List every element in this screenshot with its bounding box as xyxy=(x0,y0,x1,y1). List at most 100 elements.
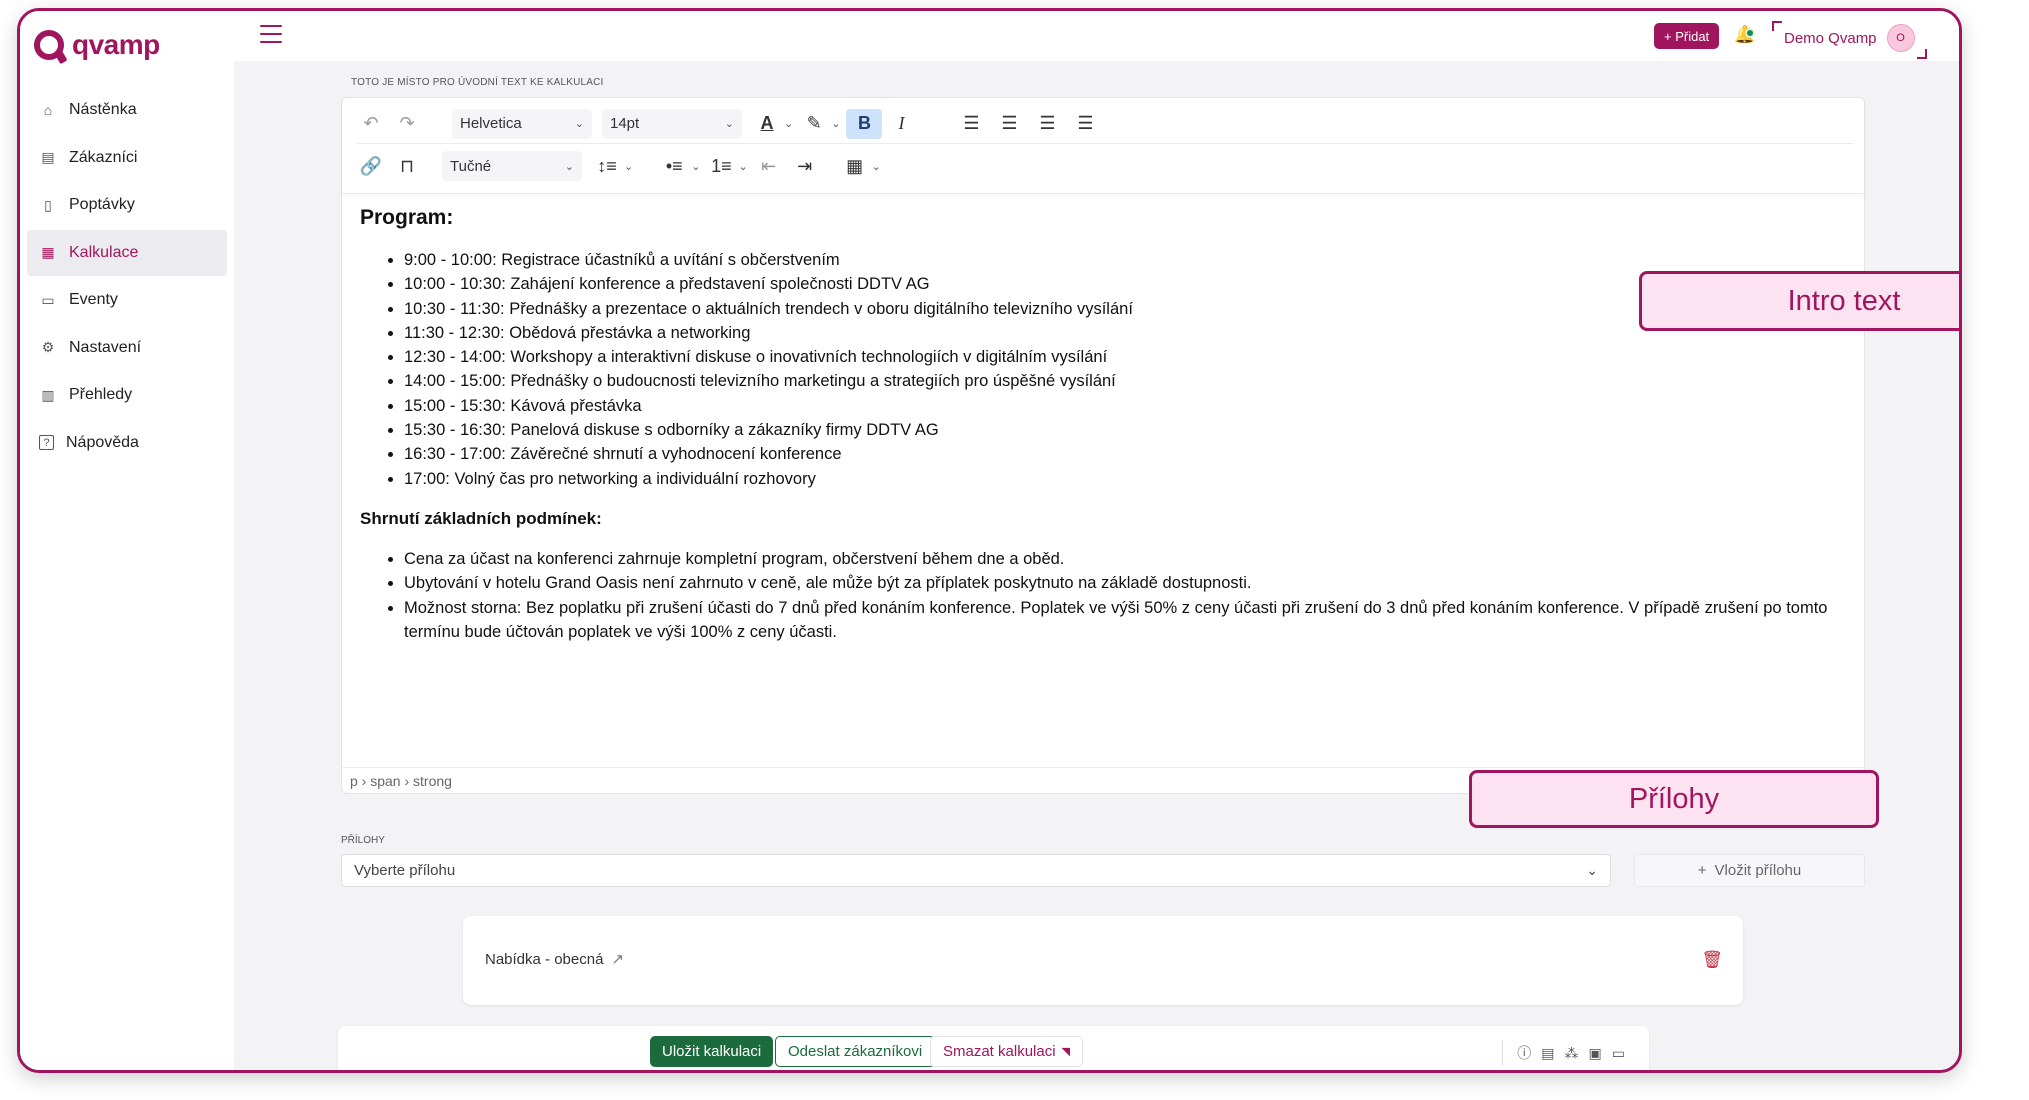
insert-attachment-button[interactable]: + Vložit přílohu xyxy=(1634,854,1865,887)
sidebar-item-label: Kalkulace xyxy=(69,243,139,261)
chevron-down-icon: ⌄ xyxy=(724,118,734,130)
chevron-down-icon[interactable]: ⌄ xyxy=(691,160,700,173)
avatar: O xyxy=(1886,24,1915,52)
corner-mark xyxy=(1916,49,1927,59)
delete-calculation-button[interactable]: Smazat kalkulaci ◥ xyxy=(930,1036,1084,1067)
highlight-color-icon[interactable]: ✎ xyxy=(799,109,829,139)
logo-mark-icon xyxy=(34,30,64,60)
sidebar-item-zakaznici[interactable]: ▤ Zákazníci xyxy=(27,135,227,181)
settings-icon: ⚙ xyxy=(41,339,55,355)
chevron-down-icon: ⌄ xyxy=(1586,862,1598,878)
sidebar-item-label: Poptávky xyxy=(69,196,135,213)
conditions-list: Cena za účast na konferenci zahrnuje kom… xyxy=(404,547,1846,644)
comment-icon[interactable]: ▭ xyxy=(1612,1045,1625,1062)
list-item: Ubytování v hotelu Grand Oasis není zahr… xyxy=(404,571,1846,595)
toolbar-row-2: 🔗 ⊓ Tučné ⌄ ↕≡ ⌄ •≡ ⌄ 1≡ ⌄ ⇤ ⇥ ▦ ⌄ xyxy=(356,146,1854,186)
send-to-customer-button[interactable]: Odeslat zákazníkovi xyxy=(775,1036,936,1067)
table-icon[interactable]: ▦ xyxy=(840,151,870,181)
chevron-down-icon: ⌄ xyxy=(574,118,584,130)
list-item: 10:00 - 10:30: Zahájení konference a pře… xyxy=(404,272,1846,296)
chevron-down-icon[interactable]: ⌄ xyxy=(624,160,633,173)
bold-button[interactable]: B xyxy=(846,108,883,139)
outdent-icon[interactable]: ⇤ xyxy=(754,151,784,181)
block-format-value: Tučné xyxy=(450,157,492,175)
chevron-down-icon[interactable]: ⌄ xyxy=(831,117,840,130)
group-icon[interactable]: ⁂ xyxy=(1565,1045,1579,1062)
menu-toggle-icon[interactable] xyxy=(260,25,282,43)
italic-button[interactable]: I xyxy=(886,109,916,139)
user-menu[interactable]: Demo Qvamp O xyxy=(1772,19,1927,59)
sidebar-item-label: Eventy xyxy=(69,291,118,308)
list-item: 17:00: Volný čas pro networking a indivi… xyxy=(404,467,1846,491)
page-break-icon[interactable]: ⊓ xyxy=(392,151,422,181)
font-size-select[interactable]: 14pt ⌄ xyxy=(602,108,742,139)
main-area: + Přidat 🔔 Demo Qvamp O TOTO JE MÍSTO PR… xyxy=(234,11,1959,1070)
list-item: Cena za účast na konferenci zahrnuje kom… xyxy=(404,547,1846,571)
sidebar-item-label: Nastavení xyxy=(69,338,142,356)
logo[interactable]: qvamp xyxy=(34,29,160,61)
add-button[interactable]: + Přidat xyxy=(1654,23,1720,49)
online-status-dot xyxy=(1745,28,1755,38)
attachment-name-text: Nabídka - obecná xyxy=(485,950,604,968)
line-height-icon[interactable]: ↕≡ xyxy=(592,151,622,181)
program-heading: Program: xyxy=(360,206,454,229)
preview-icon[interactable]: ▣ xyxy=(1589,1045,1602,1062)
attachment-select[interactable]: Vyberte přílohu ⌄ xyxy=(341,854,1611,887)
rich-text-editor[interactable]: ↶ ↷ Helvetica ⌄ 14pt ⌄ A ⌄ ✎ ⌄ B I ☰ ☰ ☰… xyxy=(341,97,1865,794)
attachment-select-placeholder: Vyberte přílohu xyxy=(354,862,456,879)
toolbar-row-1: ↶ ↷ Helvetica ⌄ 14pt ⌄ A ⌄ ✎ ⌄ B I ☰ ☰ ☰… xyxy=(356,104,1854,144)
conditions-heading: Shrnutí základních podmínek: xyxy=(360,508,602,528)
divider xyxy=(1502,1040,1504,1066)
attachment-name[interactable]: Nabídka - obecná ↗ xyxy=(485,950,624,969)
font-size-value: 14pt xyxy=(610,115,640,132)
info-icon[interactable]: ⓘ xyxy=(1517,1043,1531,1063)
sidebar-item-kalkulace[interactable]: ▦ Kalkulace xyxy=(27,229,227,276)
sidebar-item-eventy[interactable]: ▭ Eventy xyxy=(27,277,227,323)
bullet-list-icon[interactable]: •≡ xyxy=(659,151,689,181)
plus-icon: + xyxy=(1697,862,1707,879)
customers-icon: ▤ xyxy=(41,149,55,165)
align-right-icon[interactable]: ☰ xyxy=(1032,109,1062,139)
requests-icon: ▯ xyxy=(44,196,52,213)
link-icon[interactable]: 🔗 xyxy=(356,151,386,181)
logo-text: qvamp xyxy=(72,29,160,60)
font-family-select[interactable]: Helvetica ⌄ xyxy=(452,108,592,139)
sidebar-item-label: Zákazníci xyxy=(69,148,138,166)
undo-icon[interactable]: ↶ xyxy=(356,109,386,139)
sidebar: qvamp ⌂ Nástěnka ▤ Zákazníci ▯ Poptávky … xyxy=(20,11,234,1070)
sidebar-item-nastenka[interactable]: ⌂ Nástěnka xyxy=(27,87,227,133)
text-color-icon[interactable]: A xyxy=(752,109,782,139)
home-icon: ⌂ xyxy=(43,102,53,118)
delete-calculation-label: Smazat kalkulaci xyxy=(943,1043,1056,1060)
delete-attachment-icon[interactable]: 🗑 xyxy=(1701,950,1723,970)
list-item: 10:30 - 11:30: Přednášky a prezentace o … xyxy=(404,297,1846,321)
align-left-icon[interactable]: ☰ xyxy=(956,109,986,139)
intro-text-callout: Intro text xyxy=(1639,271,1959,331)
chevron-down-icon[interactable]: ⌄ xyxy=(784,117,793,130)
editor-content[interactable]: Program: 9:00 - 10:00: Registrace účastn… xyxy=(360,206,1846,644)
chevron-down-icon[interactable]: ⌄ xyxy=(872,160,881,173)
save-calculation-button[interactable]: Uložit kalkulaci xyxy=(650,1036,774,1067)
list-item: 16:30 - 17:00: Závěrečné shrnutí a vyhod… xyxy=(404,442,1846,466)
document-icon[interactable]: ▤ xyxy=(1541,1045,1554,1062)
list-item: Možnost storna: Bez poplatku při zrušení… xyxy=(404,596,1846,645)
flag-icon: ◥ xyxy=(1061,1046,1071,1058)
sidebar-item-prehledy[interactable]: ▥ Přehledy xyxy=(27,372,227,418)
list-item: 9:00 - 10:00: Registrace účastníků a uví… xyxy=(404,248,1846,272)
block-format-select[interactable]: Tučné ⌄ xyxy=(442,151,582,181)
sidebar-item-poptavky[interactable]: ▯ Poptávky xyxy=(27,182,227,228)
align-center-icon[interactable]: ☰ xyxy=(994,109,1024,139)
external-link-icon[interactable]: ↗ xyxy=(611,950,624,968)
sidebar-item-nastaveni[interactable]: ⚙ Nastavení xyxy=(27,325,227,371)
redo-icon[interactable]: ↷ xyxy=(392,109,422,139)
sidebar-item-label: Přehledy xyxy=(69,386,133,403)
reports-icon: ▥ xyxy=(41,386,55,403)
list-item: 11:30 - 12:30: Obědová přestávka a netwo… xyxy=(404,321,1846,345)
chevron-down-icon[interactable]: ⌄ xyxy=(738,160,747,173)
align-justify-icon[interactable]: ☰ xyxy=(1070,109,1100,139)
insert-attachment-label: Vložit přílohu xyxy=(1714,862,1802,879)
numbered-list-icon[interactable]: 1≡ xyxy=(706,151,736,181)
sidebar-item-napoveda[interactable]: ? Nápověda xyxy=(27,420,227,466)
indent-icon[interactable]: ⇥ xyxy=(790,151,820,181)
list-item: 15:30 - 16:30: Panelová diskuse s odborn… xyxy=(404,418,1846,442)
